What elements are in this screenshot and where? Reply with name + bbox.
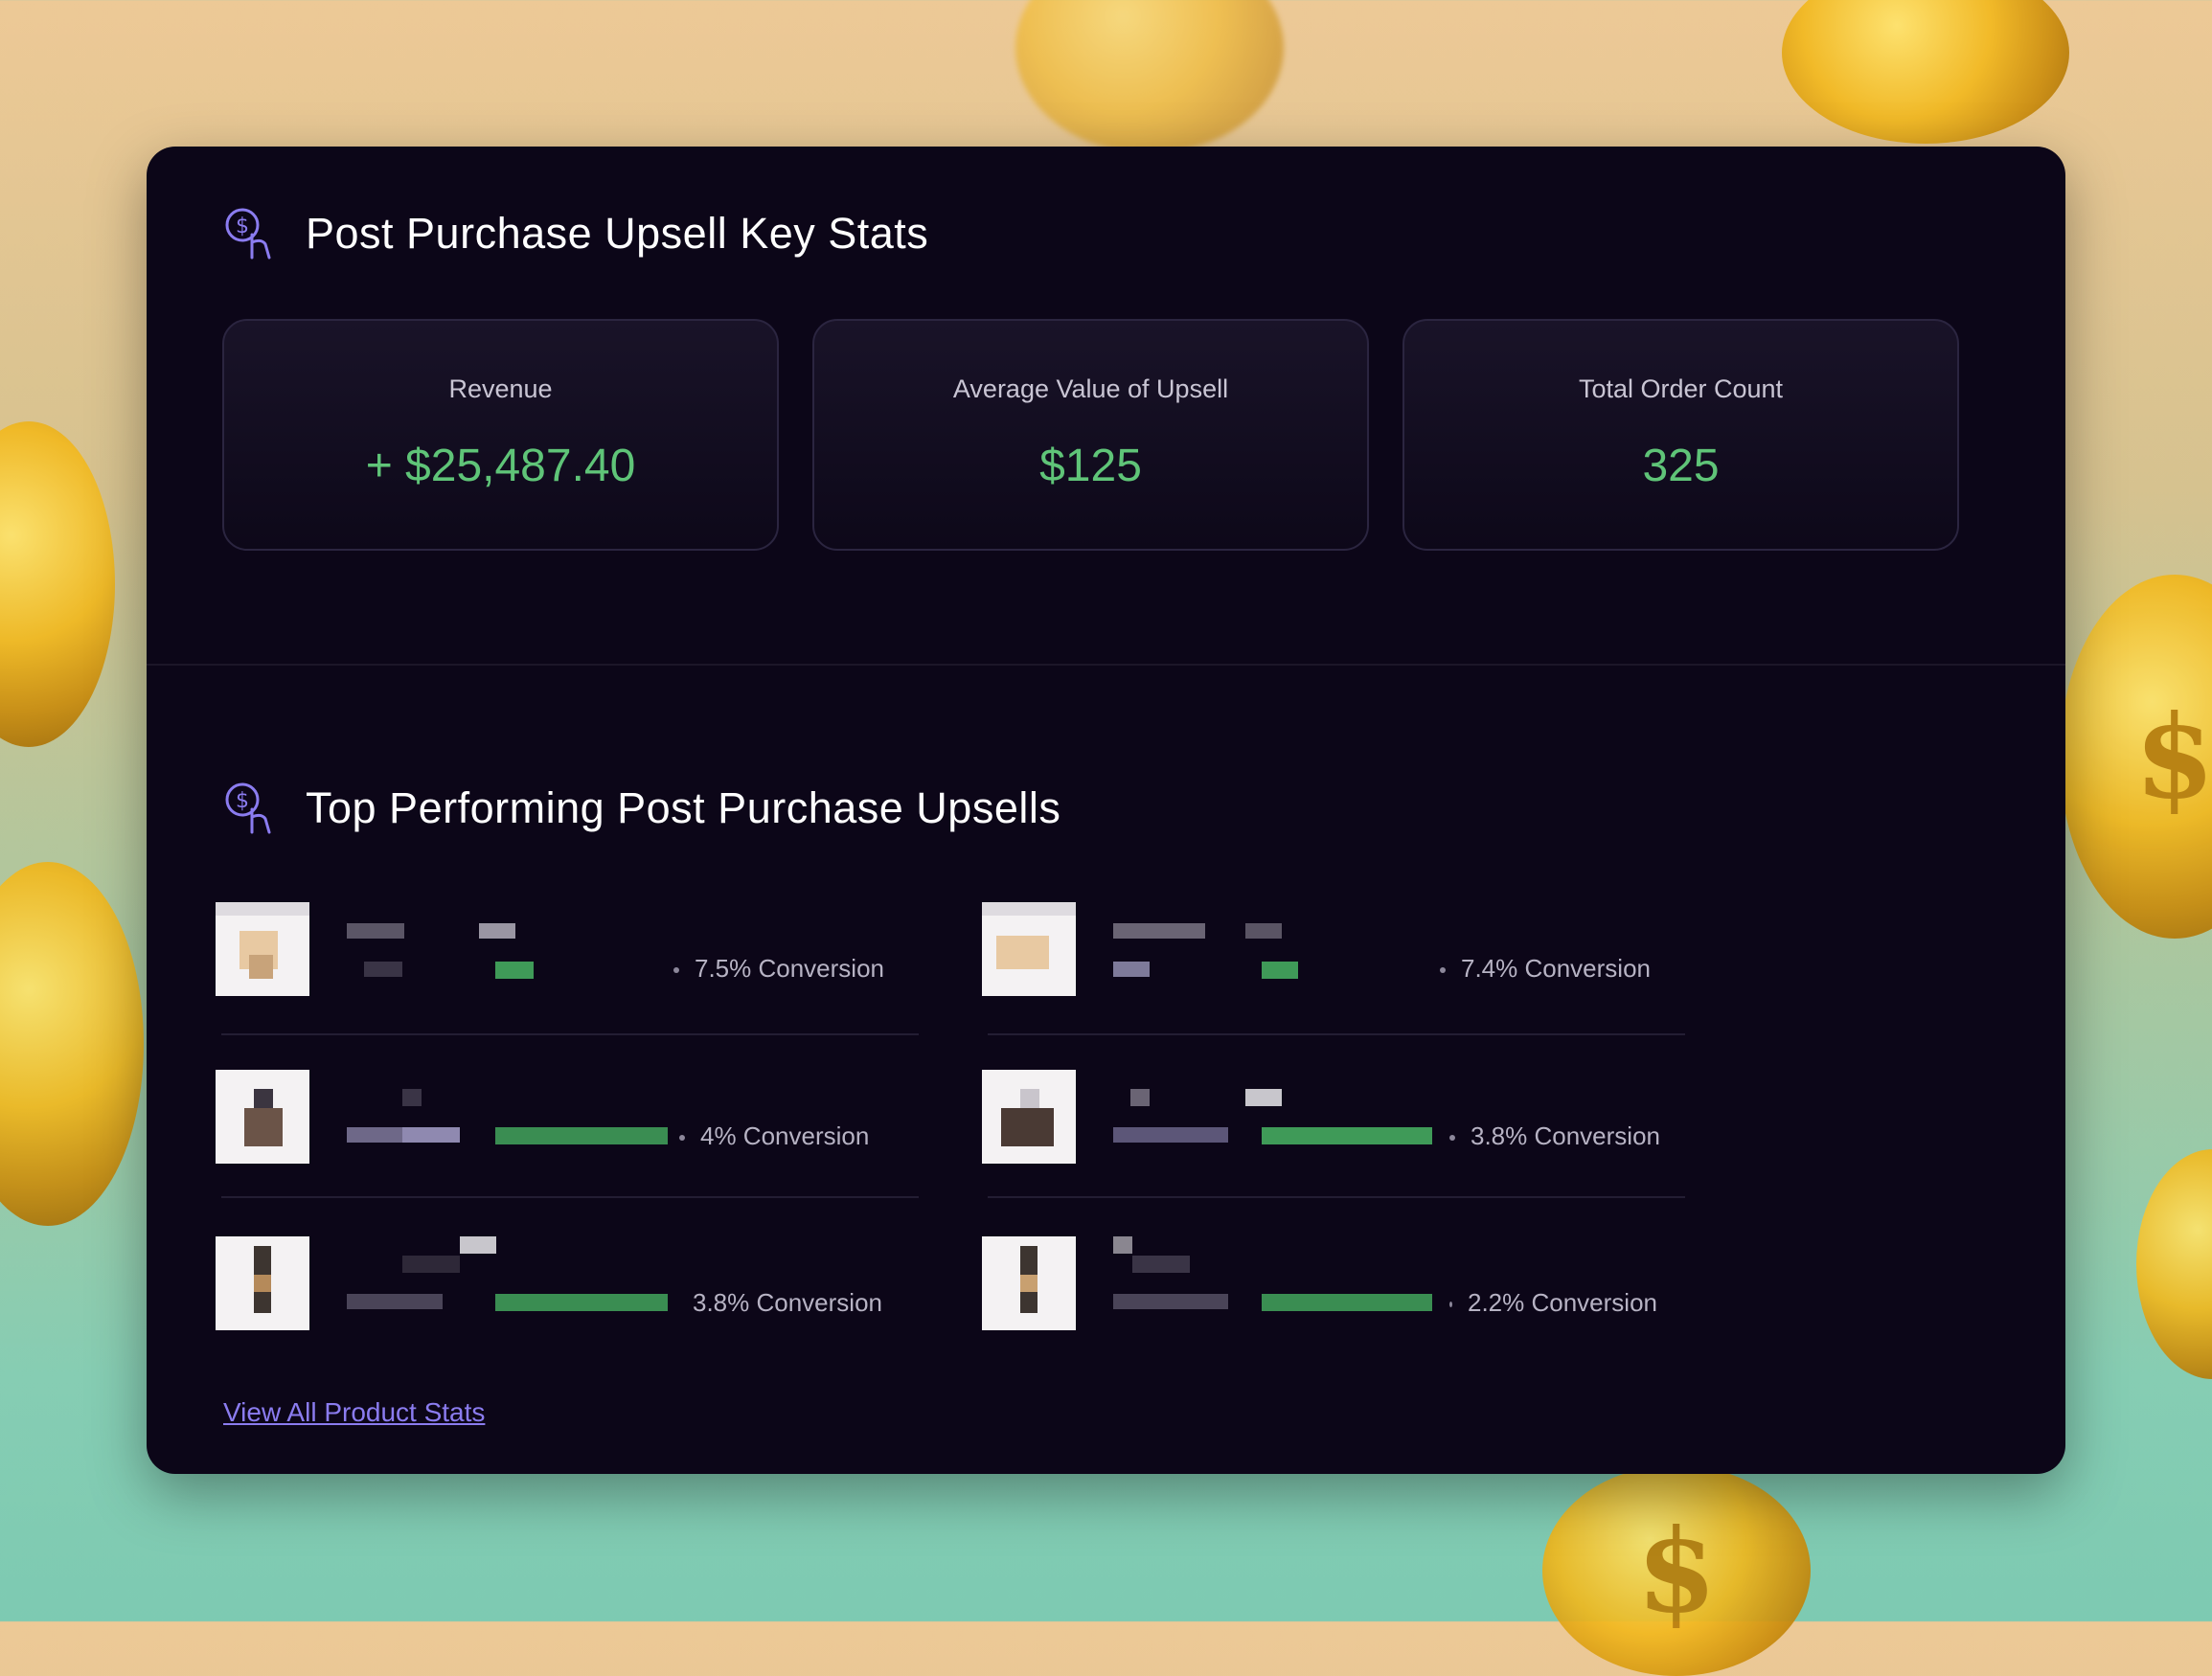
product-bar-redacted — [495, 1127, 668, 1144]
product-name-redacted — [347, 923, 404, 939]
conversion-rate: 3.8% Conversion — [1449, 1121, 1660, 1151]
product-thumbnail — [982, 1236, 1076, 1330]
conversion-rate: 2.2% Conversion — [1449, 1288, 1657, 1318]
product-bar-redacted — [1262, 962, 1298, 979]
product-bar-redacted — [1262, 1127, 1432, 1144]
key-stats-header: $ Post Purchase Upsell Key Stats — [223, 206, 928, 261]
dollar-hand-icon: $ — [225, 782, 271, 834]
background-coin — [2136, 1149, 2212, 1379]
product-bar-redacted — [495, 1294, 668, 1311]
upsell-row[interactable]: 7.4% Conversion — [982, 902, 1672, 996]
average-upsell-label: Average Value of Upsell — [952, 374, 1229, 403]
upsell-row[interactable]: 7.5% Conversion — [216, 902, 905, 996]
product-thumbnail — [982, 902, 1076, 996]
upsell-row[interactable]: 3.8% Conversion — [216, 1236, 905, 1330]
product-price-redacted — [347, 1294, 443, 1309]
product-price-redacted — [402, 1127, 460, 1143]
product-bar-redacted — [1262, 1294, 1432, 1311]
conversion-rate: 3.8% Conversion — [693, 1288, 882, 1317]
product-price-redacted — [364, 962, 402, 977]
row-divider — [221, 1196, 919, 1198]
svg-text:$: $ — [236, 789, 249, 813]
product-name-redacted — [1245, 923, 1282, 939]
background-coin — [0, 421, 115, 747]
average-upsell-card: Average Value of Upsell $125 — [812, 319, 1369, 551]
conversion-rate: 7.4% Conversion — [1440, 954, 1651, 984]
order-count-card: Total Order Count 325 — [1402, 319, 1959, 551]
dollar-hand-icon: $ — [225, 208, 271, 260]
revenue-card: Revenue + $25,487.40 — [222, 319, 779, 551]
background-coin — [1015, 0, 1284, 153]
product-name-redacted — [402, 1089, 422, 1106]
product-bar-redacted — [495, 962, 534, 979]
product-thumbnail — [982, 1070, 1076, 1164]
top-upsells-header: $ Top Performing Post Purchase Upsells — [223, 781, 1060, 836]
product-name-redacted — [1245, 1089, 1282, 1106]
background-coin: $ — [2060, 575, 2212, 939]
product-price-redacted — [1113, 1127, 1228, 1143]
upsell-row[interactable]: 2.2% Conversion — [982, 1236, 1672, 1330]
section-divider — [147, 664, 2065, 666]
product-name-redacted — [460, 1236, 496, 1254]
product-name-redacted — [1132, 1256, 1190, 1273]
row-divider — [988, 1196, 1685, 1198]
upsell-row[interactable]: 3.8% Conversion — [982, 1070, 1672, 1164]
revenue-label: Revenue — [448, 374, 553, 403]
product-thumbnail — [216, 902, 309, 996]
product-name-redacted — [479, 923, 515, 939]
order-count-label: Total Order Count — [1578, 374, 1784, 403]
average-upsell-value: $125 — [1039, 441, 1142, 491]
product-price-redacted — [1113, 962, 1150, 977]
product-price-redacted — [347, 1127, 404, 1143]
background-coin — [1782, 0, 2069, 144]
background-coin: $ — [1542, 1465, 1811, 1676]
stats-panel: $ Post Purchase Upsell Key Stats Revenue… — [147, 147, 2065, 1474]
product-thumbnail — [216, 1236, 309, 1330]
row-divider — [221, 1033, 919, 1035]
row-divider — [988, 1033, 1685, 1035]
product-thumbnail — [216, 1070, 309, 1164]
key-stats-title: Post Purchase Upsell Key Stats — [306, 209, 929, 258]
revenue-value: + $25,487.40 — [365, 441, 636, 491]
top-upsells-title: Top Performing Post Purchase Upsells — [306, 783, 1061, 832]
background-coin — [0, 862, 144, 1226]
product-name-redacted — [402, 1256, 460, 1273]
product-price-redacted — [1113, 1294, 1228, 1309]
svg-text:$: $ — [236, 215, 249, 238]
view-all-product-stats-link[interactable]: View All Product Stats — [223, 1397, 485, 1428]
order-count-value: 325 — [1642, 441, 1720, 491]
product-name-redacted — [1113, 923, 1205, 939]
product-name-redacted — [1130, 1089, 1150, 1106]
upsell-row[interactable]: 4% Conversion — [216, 1070, 905, 1164]
conversion-rate: 4% Conversion — [679, 1121, 869, 1151]
conversion-rate: 7.5% Conversion — [673, 954, 884, 984]
product-name-redacted — [1113, 1236, 1132, 1254]
